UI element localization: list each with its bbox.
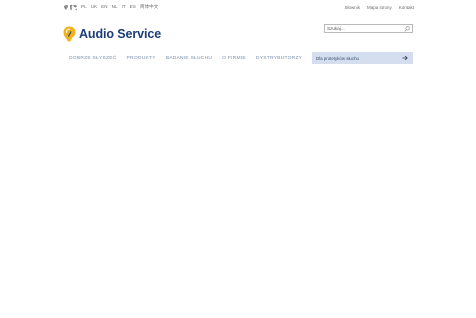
ear-logo-icon <box>63 26 76 42</box>
lang-es[interactable]: ES <box>130 4 136 10</box>
nav-item-o-firmie[interactable]: O FIRMIE <box>222 56 246 61</box>
hearing-professionals-label: Dla protetyków słuchu <box>316 55 359 61</box>
nav-item-dobrze-slyszec[interactable]: DOBRZE SŁYSZEĆ <box>69 56 117 61</box>
contact-link[interactable]: Kontakt <box>399 5 414 10</box>
nav-item-dystrybutorzy[interactable]: DYSTRYBUTORZY <box>256 56 302 61</box>
language-bar: PL UK EN NL IT ES 简体中文 <box>63 3 158 11</box>
lang-en[interactable]: EN <box>101 4 107 10</box>
lang-zh[interactable]: 简体中文 <box>140 4 158 10</box>
lang-uk[interactable]: UK <box>91 4 97 10</box>
search-input[interactable] <box>327 25 403 32</box>
search-icon[interactable] <box>404 26 410 32</box>
hearing-professionals-button[interactable]: Dla protetyków słuchu <box>312 52 413 64</box>
search-box <box>324 24 413 33</box>
nav-item-produkty[interactable]: PRODUKTY <box>127 56 156 61</box>
utility-links: Słownik Mapa strony Kontakt <box>344 5 414 10</box>
world-map-icon <box>64 4 77 10</box>
site-logo[interactable]: Audio Service <box>63 26 161 42</box>
lang-nl[interactable]: NL <box>112 4 118 10</box>
logo-text: Audio Service <box>79 26 162 41</box>
lang-it[interactable]: IT <box>122 4 126 10</box>
sitemap-link[interactable]: Mapa strony <box>367 5 392 10</box>
lang-pl[interactable]: PL <box>81 4 87 10</box>
nav-item-badanie-sluchu[interactable]: BADANIE SŁUCHU <box>166 56 212 61</box>
dictionary-link[interactable]: Słownik <box>344 5 360 10</box>
main-nav: DOBRZE SŁYSZEĆ PRODUKTY BADANIE SŁUCHU O… <box>69 56 302 61</box>
arrow-right-icon <box>402 55 408 61</box>
